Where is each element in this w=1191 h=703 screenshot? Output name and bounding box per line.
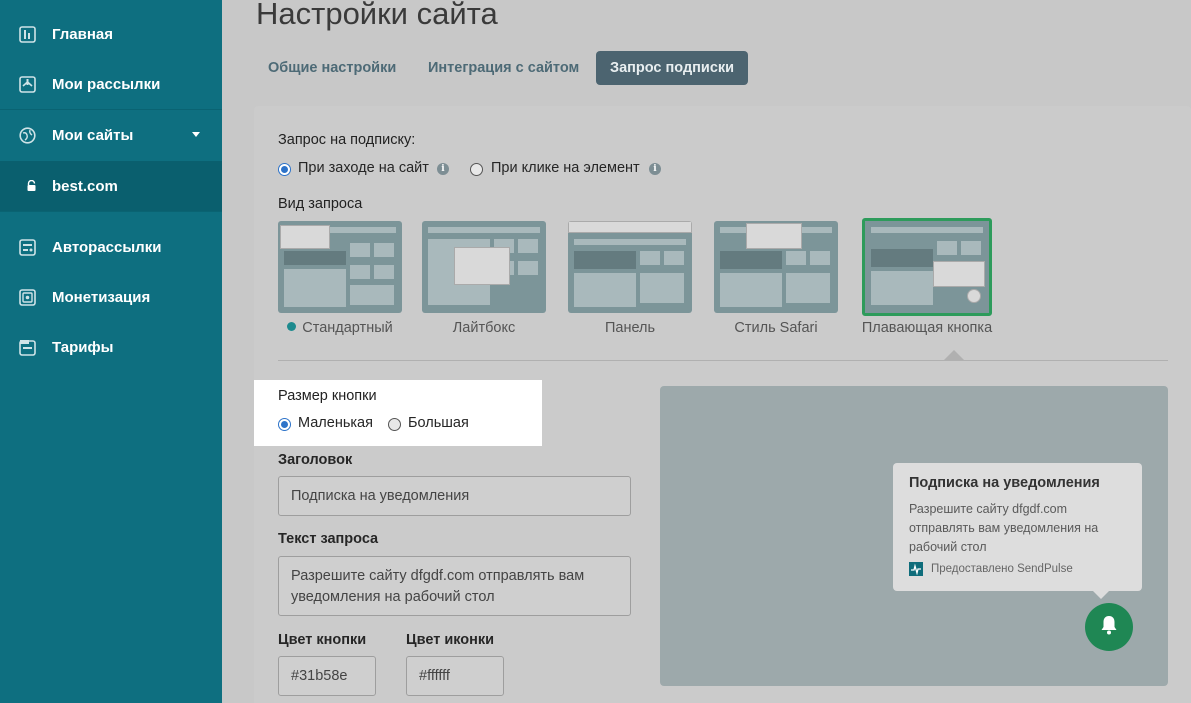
- automation-icon: [18, 238, 36, 256]
- icon-color-label: Цвет иконки: [406, 632, 495, 648]
- radio-on-visit[interactable]: [278, 163, 291, 176]
- thumb-panel[interactable]: [568, 221, 692, 313]
- preview-footer: Предоставлено SendPulse: [909, 562, 1073, 576]
- thumb-lightbox[interactable]: [422, 221, 546, 313]
- thumb-safari-label: Стиль Safari: [734, 320, 818, 336]
- subscription-request-label: Запрос на подписку:: [278, 132, 416, 148]
- tab-subscription-request[interactable]: Запрос подписки: [596, 51, 749, 85]
- divider-notch: [944, 350, 964, 360]
- sidebar-item-monetization[interactable]: Монетизация: [0, 272, 222, 322]
- radio-size-small[interactable]: [278, 418, 291, 431]
- pricing-icon: [18, 338, 36, 356]
- button-size-label: Размер кнопки: [278, 388, 377, 404]
- thumb-panel-label: Панель: [604, 320, 656, 336]
- sidebar-item-label: best.com: [52, 177, 118, 195]
- preview-title: Подписка на уведомления: [909, 475, 1100, 491]
- sidebar: Главная Мои рассылки Мои сайты best.com …: [0, 0, 222, 703]
- preview-body: Разрешите сайту dfgdf.com отправлять вам…: [909, 502, 1099, 554]
- info-icon[interactable]: i: [649, 163, 661, 175]
- sidebar-item-best-com[interactable]: best.com: [0, 161, 222, 211]
- sidebar-item-mailings[interactable]: Мои рассылки: [0, 59, 222, 109]
- selected-dot-icon: [287, 322, 297, 331]
- text-field-label: Текст запроса: [278, 531, 379, 547]
- sidebar-item-automations[interactable]: Авторассылки: [0, 222, 222, 272]
- floating-bell-button[interactable]: [1085, 603, 1133, 651]
- tab-site-integration[interactable]: Интеграция с сайтом: [414, 51, 593, 85]
- thumb-lightbox-label: Лайтбокс: [452, 320, 516, 336]
- thumb-floating-button-label: Плавающая кнопка: [861, 320, 993, 336]
- radio-size-large[interactable]: [388, 418, 401, 431]
- request-type-label: Вид запроса: [278, 196, 363, 212]
- title-input[interactable]: Подписка на уведомления: [278, 476, 631, 516]
- thumb-safari[interactable]: [714, 221, 838, 313]
- preview-notification: Подписка на уведомления Разрешите сайту …: [893, 463, 1142, 591]
- thumb-standard[interactable]: [278, 221, 402, 313]
- sidebar-item-label: Мои сайты: [52, 126, 134, 144]
- thumb-standard-label: Стандартный: [278, 320, 402, 336]
- request-text-input[interactable]: Разрешите сайту dfgdf.com отправлять вам…: [278, 556, 631, 616]
- sidebar-item-label: Авторассылки: [52, 238, 162, 256]
- sidebar-item-label: Тарифы: [52, 338, 114, 356]
- preview-notification-arrow: [1093, 591, 1109, 599]
- radio-on-click-label: При клике на элемент: [491, 160, 640, 176]
- chevron-down-icon: [192, 132, 200, 137]
- divider: [0, 211, 222, 212]
- sidebar-item-label: Главная: [52, 25, 114, 43]
- mail-icon: [18, 75, 36, 93]
- tab-general-settings[interactable]: Общие настройки: [254, 51, 410, 85]
- radio-size-large-label: Большая: [408, 415, 469, 431]
- globe-icon: [18, 126, 36, 144]
- button-color-input[interactable]: #31b58e: [278, 656, 376, 696]
- icon-color-input[interactable]: #ffffff: [406, 656, 504, 696]
- thumb-floating-button[interactable]: [862, 218, 992, 316]
- sidebar-item-home[interactable]: Главная: [0, 9, 222, 59]
- monetization-icon: [18, 288, 36, 306]
- title-field-label: Заголовок: [278, 452, 353, 468]
- radio-on-visit-label: При заходе на сайт: [298, 160, 429, 176]
- sendpulse-logo-icon: [909, 562, 923, 576]
- info-icon[interactable]: i: [437, 163, 449, 175]
- radio-size-small-label: Маленькая: [298, 415, 373, 431]
- home-icon: [18, 25, 36, 43]
- button-color-label: Цвет кнопки: [278, 632, 367, 648]
- sidebar-item-my-sites[interactable]: Мои сайты: [0, 110, 222, 160]
- lock-icon: [22, 177, 40, 195]
- sidebar-item-pricing[interactable]: Тарифы: [0, 322, 222, 372]
- sidebar-item-label: Монетизация: [52, 288, 151, 306]
- page-title: Настройки сайта: [256, 0, 498, 31]
- divider: [278, 360, 1168, 361]
- radio-on-click[interactable]: [470, 163, 483, 176]
- sidebar-item-label: Мои рассылки: [52, 75, 161, 93]
- bell-icon: [1097, 613, 1121, 642]
